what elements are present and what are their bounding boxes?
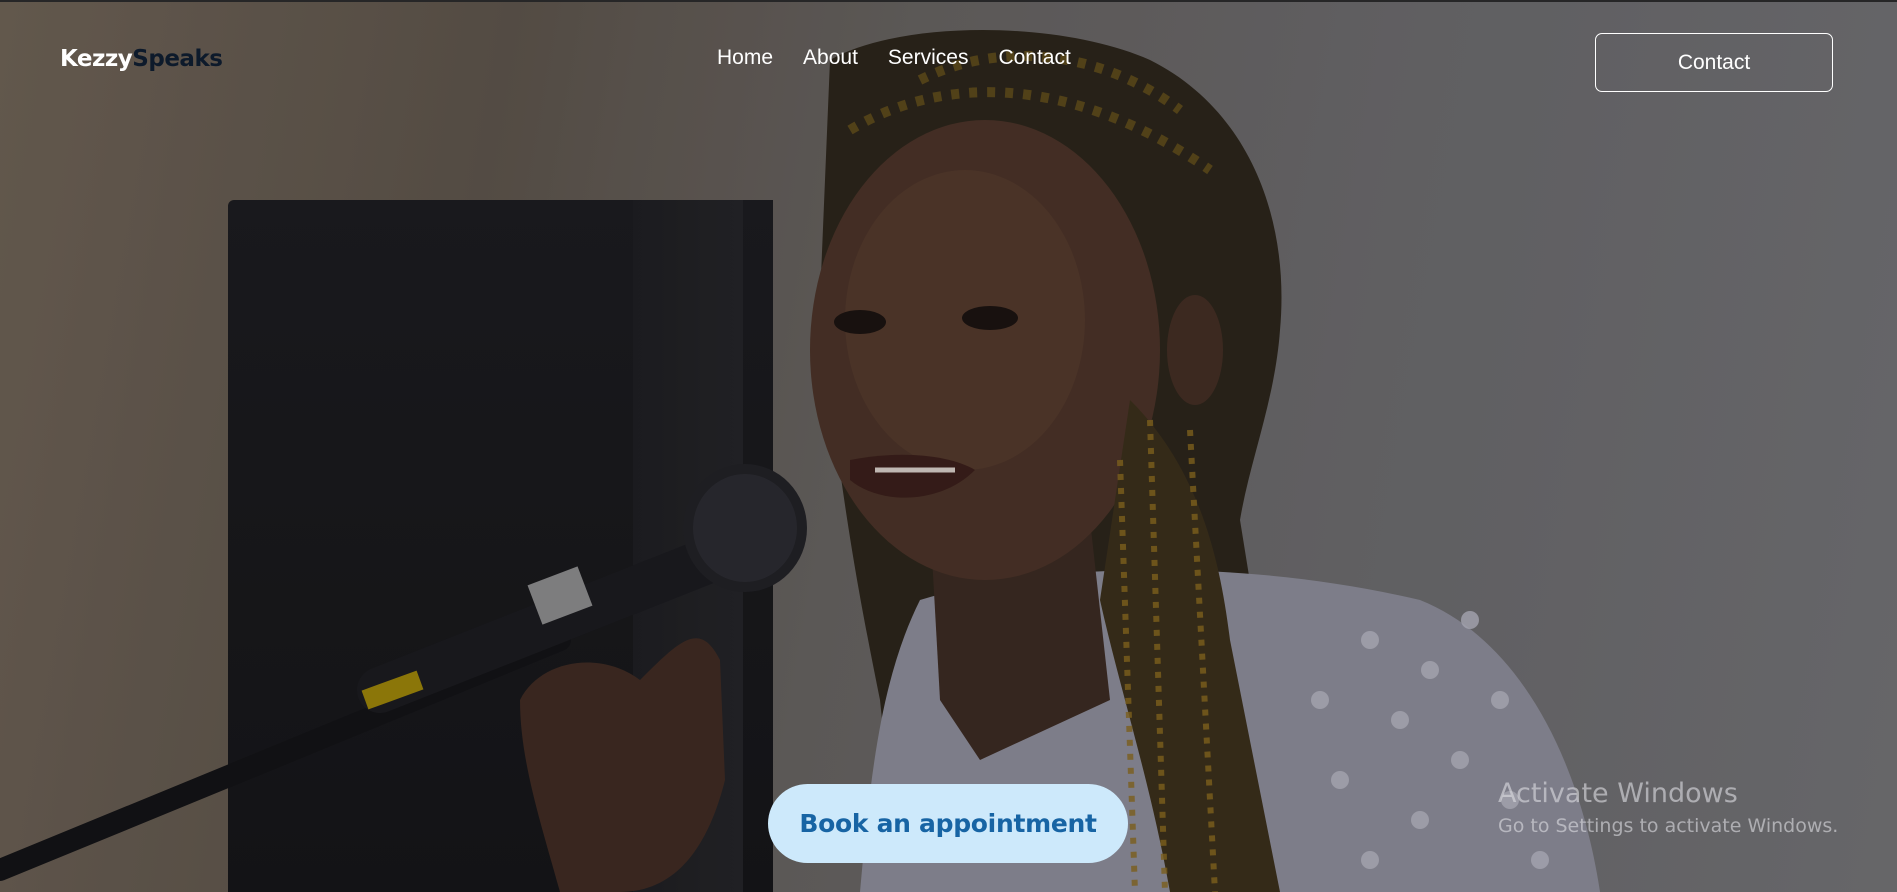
header-contact-button[interactable]: Contact [1595,33,1833,92]
brand-logo-part1: Kezzy [60,46,133,72]
nav-item-home[interactable]: Home [717,46,773,70]
activate-windows-watermark: Activate Windows Go to Settings to activ… [1498,776,1838,840]
watermark-title: Activate Windows [1498,778,1738,809]
nav-item-about[interactable]: About [803,46,858,70]
watermark-subtitle: Go to Settings to activate Windows. [1498,815,1839,837]
hero-section: KezzySpeaks Home About Services Contact … [0,0,1897,892]
main-nav: Home About Services Contact [717,46,1071,70]
hero-overlay [0,0,1897,892]
nav-item-contact[interactable]: Contact [998,46,1070,70]
book-appointment-button[interactable]: Book an appointment [768,784,1128,863]
nav-item-services[interactable]: Services [888,46,969,70]
brand-logo-part2: Speaks [132,46,223,72]
brand-logo[interactable]: KezzySpeaks [60,46,223,72]
